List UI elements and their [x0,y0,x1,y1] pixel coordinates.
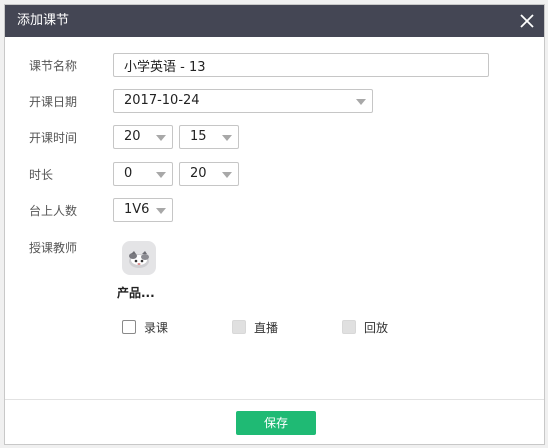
chevron-down-icon [156,208,166,214]
chevron-down-icon [156,172,166,178]
dialog-titlebar: 添加课节 [5,5,544,37]
record-checkbox[interactable]: 录课 [122,319,182,337]
chevron-down-icon [356,99,366,105]
lesson-name-label: 课节名称 [29,59,78,73]
close-icon[interactable] [518,12,536,30]
start-date-label: 开课日期 [29,95,78,109]
save-button[interactable]: 保存 [236,411,316,435]
start-date-select[interactable]: 2017-10-24 [113,89,373,113]
record-label: 录课 [144,321,169,335]
stage-count-select[interactable]: 1V6 [113,198,173,222]
start-minute-value: 15 [190,129,207,144]
chevron-down-icon [222,172,232,178]
start-time-label: 开课时间 [29,131,78,145]
dialog-title: 添加课节 [17,13,70,28]
add-lesson-dialog: 添加课节 课节名称 开课日期 2017-10-24 开课时间 20 15 时长 … [4,4,545,445]
playback-label: 回放 [364,321,389,335]
checkbox-box [232,320,246,334]
checkbox-box [122,320,136,334]
playback-checkbox[interactable]: 回放 [342,319,402,337]
teacher-name: 产品... [117,286,155,300]
stage-count-label: 台上人数 [29,204,78,218]
start-hour-value: 20 [124,129,141,144]
stage-count-value: 1V6 [124,202,150,217]
duration-hours-select[interactable]: 0 [113,162,173,186]
start-hour-select[interactable]: 20 [113,125,173,149]
chevron-down-icon [156,135,166,141]
footer-divider [5,399,544,400]
live-label: 直播 [254,321,279,335]
teacher-label: 授课教师 [29,241,78,255]
duration-minutes-select[interactable]: 20 [179,162,239,186]
lesson-name-input[interactable] [113,53,489,77]
teacher-avatar[interactable] [122,241,156,275]
start-date-value: 2017-10-24 [124,93,200,108]
live-checkbox[interactable]: 直播 [232,319,292,337]
cat-avatar-icon [129,251,149,268]
start-minute-select[interactable]: 15 [179,125,239,149]
checkbox-box [342,320,356,334]
duration-minutes-value: 20 [190,166,207,181]
duration-label: 时长 [29,168,54,182]
chevron-down-icon [222,135,232,141]
duration-hours-value: 0 [124,166,133,181]
